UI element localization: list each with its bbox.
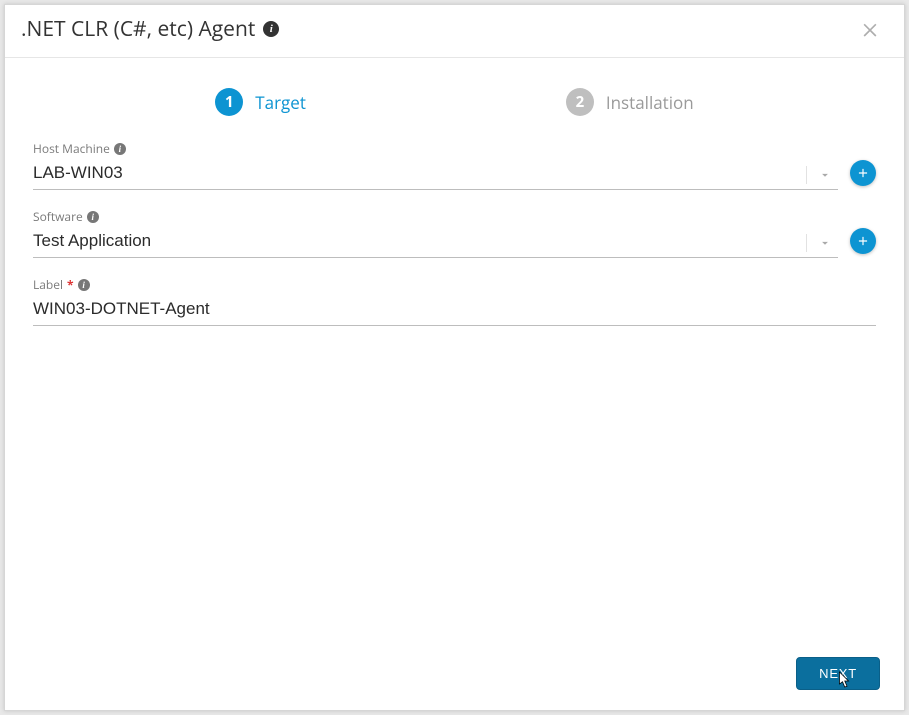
modal-title: .NET CLR (C#, etc) Agent <box>21 15 255 43</box>
host-machine-input[interactable] <box>33 159 838 190</box>
field-label: Host Machine i <box>33 140 838 157</box>
step-number: 2 <box>566 88 594 116</box>
step-number: 1 <box>215 88 243 116</box>
add-host-button[interactable] <box>850 160 876 186</box>
field-label: Label* i <box>33 276 876 293</box>
info-icon[interactable]: i <box>87 211 99 223</box>
step-label: Installation <box>606 91 694 114</box>
stepper: 1 Target 2 Installation <box>5 58 904 140</box>
close-icon <box>860 19 880 39</box>
modal-header: .NET CLR (C#, etc) Agent i <box>5 5 904 58</box>
field-software: Software i <box>33 208 876 258</box>
plus-icon <box>856 166 870 180</box>
agent-setup-modal: .NET CLR (C#, etc) Agent i 1 Target 2 In… <box>4 4 905 711</box>
software-input[interactable] <box>33 227 838 258</box>
label-text: Host Machine <box>33 140 110 157</box>
add-software-button[interactable] <box>850 228 876 254</box>
step-installation[interactable]: 2 Installation <box>566 88 694 116</box>
plus-icon <box>856 234 870 248</box>
info-icon[interactable]: i <box>263 21 279 37</box>
step-label: Target <box>255 91 306 114</box>
field-label: Software i <box>33 208 838 225</box>
info-icon[interactable]: i <box>114 143 126 155</box>
next-button-label: NEXT <box>819 666 857 681</box>
required-marker: * <box>67 276 74 293</box>
step-target[interactable]: 1 Target <box>215 88 306 116</box>
label-text: Label <box>33 276 63 293</box>
modal-footer: NEXT <box>5 639 904 710</box>
field-host-machine: Host Machine i <box>33 140 876 190</box>
next-button[interactable]: NEXT <box>796 657 880 690</box>
label-text: Software <box>33 208 83 225</box>
info-icon[interactable]: i <box>78 279 90 291</box>
close-button[interactable] <box>856 15 884 43</box>
field-label-name: Label* i <box>33 276 876 326</box>
label-input[interactable] <box>33 295 876 326</box>
form-area: Host Machine i Software <box>5 140 904 344</box>
modal-title-wrap: .NET CLR (C#, etc) Agent i <box>21 15 279 43</box>
